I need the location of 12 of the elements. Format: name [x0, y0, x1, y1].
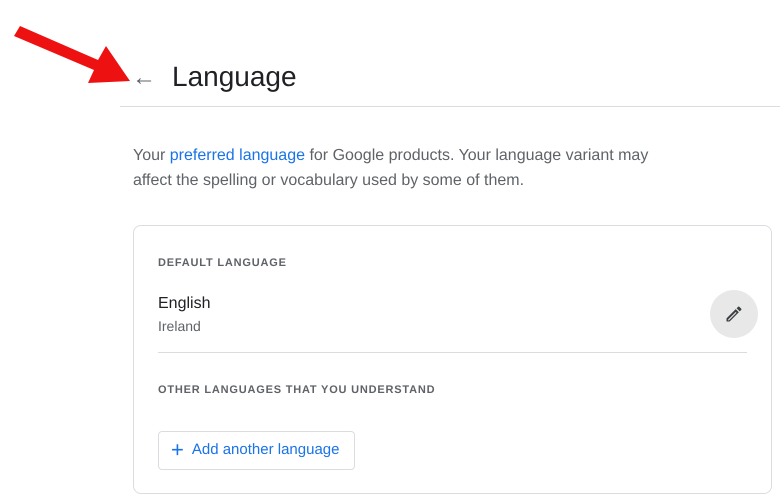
section-label: DEFAULT LANGUAGE	[158, 256, 287, 271]
plus-icon: +	[171, 441, 184, 460]
section-label: OTHER LANGUAGES THAT YOU UNDERSTAND	[158, 383, 436, 398]
page-title: Language	[172, 60, 297, 94]
back-button[interactable]: ←	[120, 66, 166, 90]
language-region: Ireland	[158, 316, 202, 336]
pencil-icon	[724, 304, 744, 324]
preferred-language-link[interactable]: preferred language	[170, 147, 305, 164]
edit-button[interactable]	[710, 290, 758, 338]
intro-text: Your preferred language for Google products. Your language variant may affect the spelling or vocabulary used by some of them.	[133, 146, 650, 191]
language-name: English	[158, 294, 210, 314]
add-language-button[interactable]: + Add another language	[158, 431, 354, 470]
